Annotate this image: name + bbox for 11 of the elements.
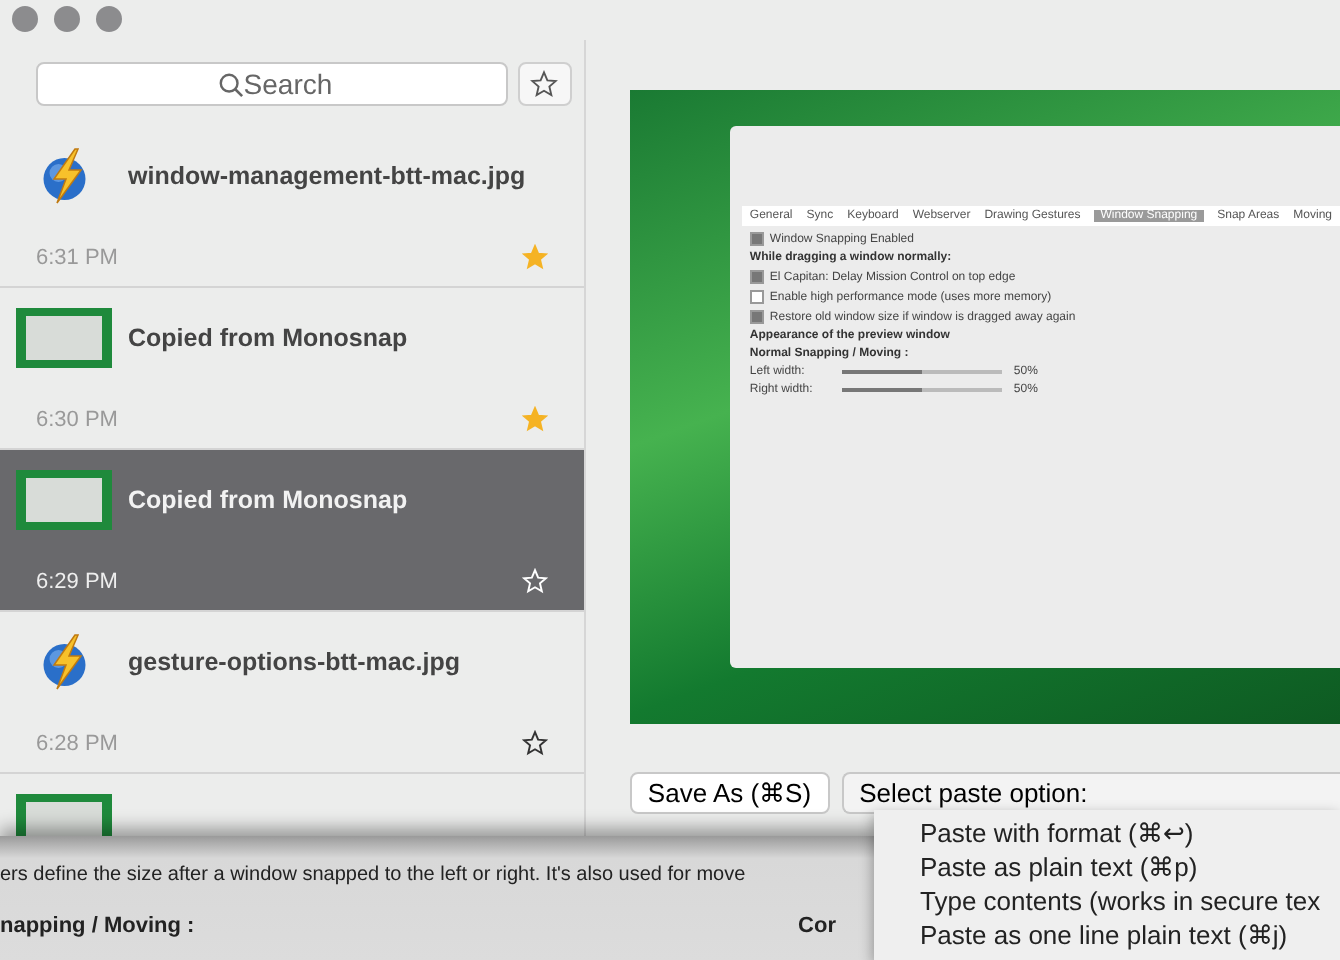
clip-time: 6:28 PM xyxy=(36,731,118,755)
clip-time: 6:30 PM xyxy=(36,407,118,431)
clip-time: 6:29 PM xyxy=(36,569,118,593)
description-text: ers define the size after a window snapped to the left or right. It's also used for move xyxy=(0,864,748,886)
clip-title: window-management-btt-mac.jpg xyxy=(128,162,526,190)
clip-title: gesture-options-btt-mac.jpg xyxy=(128,648,460,676)
section-heading: napping / Moving : xyxy=(0,914,195,938)
section-heading: Cor xyxy=(798,914,836,938)
clip-title: Copied from Monosnap xyxy=(128,324,408,352)
clip-title: Copied from Monosnap xyxy=(128,486,408,514)
clip-time: 6:31 PM xyxy=(36,245,118,269)
